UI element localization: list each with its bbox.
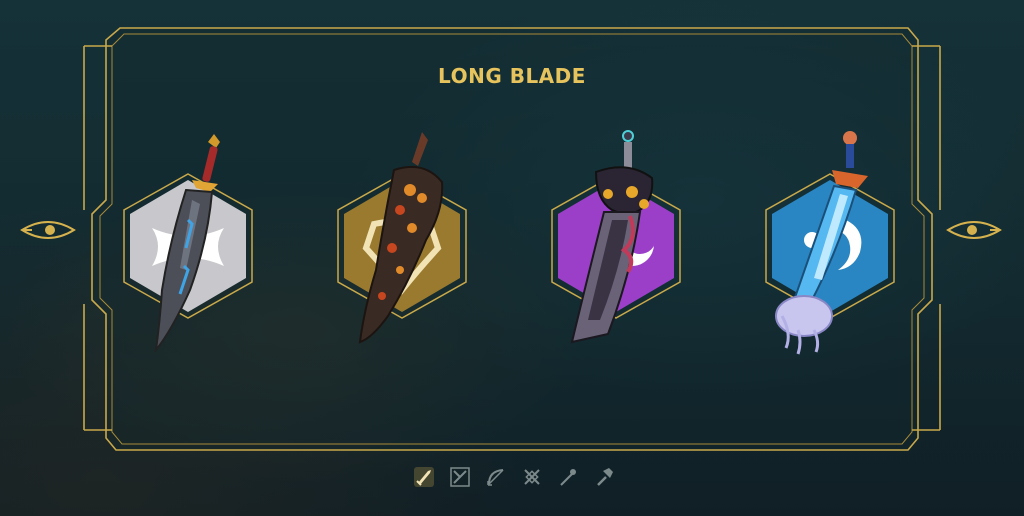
category-hammer[interactable] [592, 465, 616, 489]
long-blade-icon [414, 467, 434, 487]
next-arrow-button[interactable] [946, 216, 1002, 244]
staff-icon [560, 469, 576, 486]
category-crossed-blades[interactable] [520, 465, 544, 489]
eye-arrow-left-icon [20, 221, 76, 239]
weapon-slot-earth[interactable] [314, 120, 494, 360]
bow-icon [487, 469, 504, 486]
page-title: LONG BLADE [438, 64, 586, 88]
eye-arrow-right-icon [946, 221, 1002, 239]
weapon-category-bar [412, 462, 632, 492]
crossed-blades-icon [524, 469, 540, 485]
weapon-slot-wind[interactable] [100, 120, 280, 360]
category-long-blade[interactable] [412, 465, 436, 489]
category-dual-blade[interactable] [448, 465, 472, 489]
weapon-slot-dark[interactable] [528, 120, 708, 360]
category-staff[interactable] [556, 465, 580, 489]
category-bow[interactable] [484, 465, 508, 489]
hammer-icon [597, 468, 613, 486]
dual-blade-icon [450, 467, 470, 487]
weapon-slot-water[interactable] [742, 120, 922, 360]
previous-arrow-button[interactable] [20, 216, 76, 244]
